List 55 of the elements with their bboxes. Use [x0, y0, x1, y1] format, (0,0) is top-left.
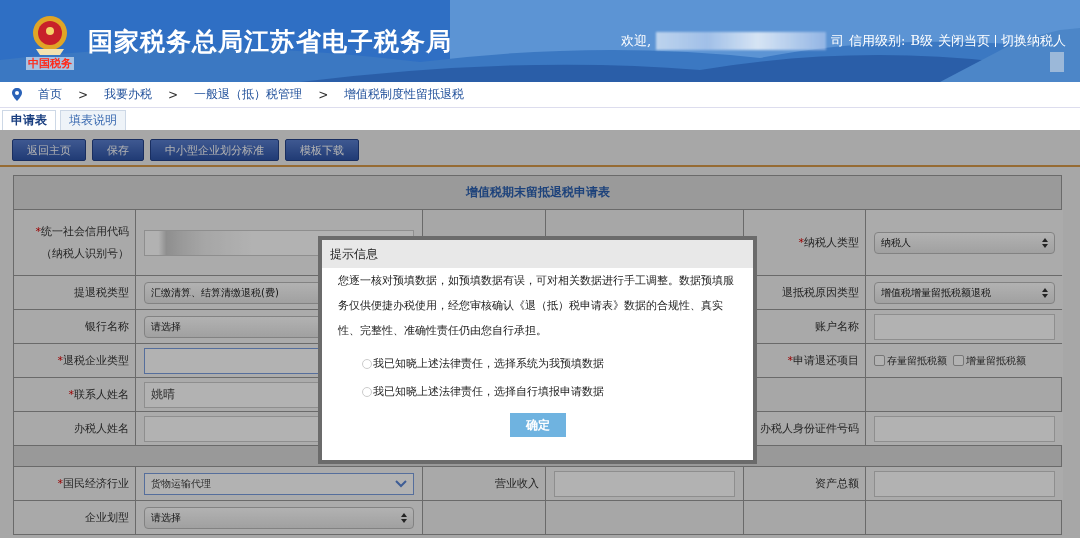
field-label: *纳税人类型: [798, 234, 859, 251]
field-label: 账户名称: [815, 318, 859, 335]
updown-icon: [1042, 287, 1048, 298]
header-link[interactable]: 切换纳税人: [1001, 32, 1066, 50]
select-field[interactable]: 增值税增量留抵税额退税: [874, 281, 1055, 304]
field-label: 企业划型: [85, 509, 129, 526]
field-label: 营业收入: [495, 475, 539, 492]
credit-label: 信用级别:: [849, 32, 906, 50]
location-pin-icon: [12, 88, 22, 101]
field-label: 办税人姓名: [74, 420, 129, 437]
field-label: 办税人身份证件号码: [760, 420, 859, 437]
field-label: 资产总额: [815, 475, 859, 492]
field-label: 退抵税原因类型: [782, 284, 859, 301]
name-suffix: 司: [831, 32, 845, 50]
breadcrumb-separator: >: [78, 87, 89, 102]
field-label: *申请退还项目: [787, 352, 859, 369]
field-label: *统一社会信用代码（纳税人识别号）: [34, 223, 129, 262]
logo-caption: 中国税务: [26, 56, 74, 70]
field-label: 提退税类型: [74, 284, 129, 301]
checkbox-option[interactable]: 增量留抵税额: [953, 353, 1026, 368]
dialog-title: 提示信息: [330, 245, 378, 263]
breadcrumb-link[interactable]: 我要办税: [104, 86, 153, 103]
input-field[interactable]: [554, 470, 735, 497]
field-label: 银行名称: [85, 318, 129, 335]
select-field[interactable]: 请选择: [144, 506, 414, 529]
breadcrumb-link[interactable]: 首页: [38, 86, 62, 103]
divider-icon: [995, 35, 996, 47]
breadcrumb-separator: >: [168, 87, 179, 102]
input-field[interactable]: [874, 313, 1055, 340]
dropdown-field[interactable]: 货物运输代理: [144, 472, 414, 495]
updown-icon: [1042, 237, 1048, 248]
credit-level: B级: [910, 32, 933, 50]
toolbar-button[interactable]: 保存: [92, 139, 144, 161]
chevron-down-icon: [395, 479, 407, 488]
welcome-text: 欢迎,: [620, 32, 652, 50]
header-link[interactable]: 关闭当页: [938, 32, 990, 50]
form-title: 增值税期末留抵退税申请表: [465, 184, 610, 201]
toolbar-button[interactable]: 返回主页: [12, 139, 86, 161]
updown-icon: [401, 512, 407, 523]
breadcrumb-link[interactable]: 一般退（抵）税管理: [194, 86, 303, 103]
toolbar-button[interactable]: 中小型企业划分标准: [150, 139, 279, 161]
field-label: *联系人姓名: [68, 386, 129, 403]
breadcrumb-separator: >: [318, 87, 329, 102]
tab[interactable]: 填表说明: [60, 110, 126, 130]
tab[interactable]: 申请表: [2, 110, 56, 130]
site-title: 国家税务总局江苏省电子税务局: [88, 25, 452, 58]
select-field[interactable]: 纳税人: [874, 231, 1055, 254]
input-field[interactable]: [874, 415, 1055, 442]
input-field[interactable]: [874, 470, 1055, 497]
radio-option[interactable]: 我已知晓上述法律责任，选择系统为我预填数据: [362, 356, 753, 371]
toolbar-button[interactable]: 模板下载: [285, 139, 359, 161]
field-label: *国民经济行业: [57, 475, 129, 492]
breadcrumb-link[interactable]: 增值税制度性留抵退税: [344, 86, 465, 103]
field-label: *退税企业类型: [57, 352, 129, 369]
checkbox-option[interactable]: 存量留抵税额: [874, 353, 947, 368]
